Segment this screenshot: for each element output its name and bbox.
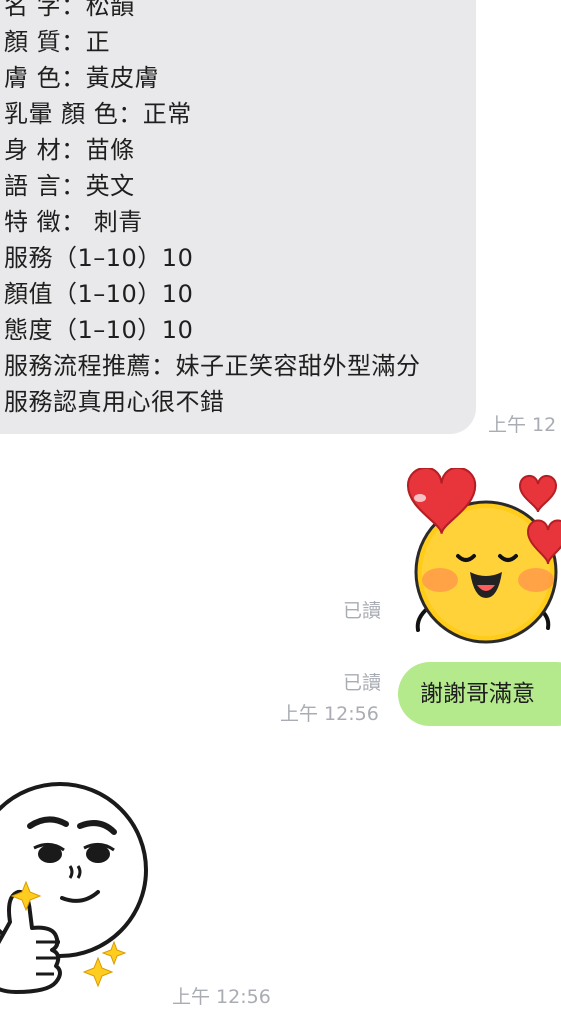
outgoing-message-bubble[interactable]: 謝謝哥滿意 [398, 662, 561, 726]
read-receipt: 已讀 [343, 600, 382, 622]
message-line: 名 字：松韻 [4, 0, 135, 20]
heart-eyes-face-sticker-icon[interactable] [398, 466, 561, 648]
message-line: 顏值（1–10）10 [4, 280, 194, 308]
message-line: 特 徵： 刺青 [4, 208, 143, 236]
outgoing-message-text: 謝謝哥滿意 [420, 681, 535, 707]
incoming-message-text: 名 字：松韻 顏 質：正 膚 色：黃皮膚 乳暈 顏 色：正常 身 材：苗條 語 … [4, 0, 421, 420]
chat-transcript: 名 字：松韻 顏 質：正 膚 色：黃皮膚 乳暈 顏 色：正常 身 材：苗條 語 … [0, 0, 561, 1008]
message-line: 顏 質：正 [4, 28, 111, 56]
message-line: 膚 色：黃皮膚 [4, 64, 160, 92]
message-timestamp: 上午 12:56 [280, 703, 379, 725]
message-line: 服務認真用心很不錯 [4, 388, 225, 416]
message-line: 態度（1–10）10 [4, 316, 194, 344]
message-line: 服務流程推薦：妹子正笑容甜外型滿分 [4, 352, 421, 380]
message-line: 身 材：苗條 [4, 136, 135, 164]
message-line: 乳暈 顏 色：正常 [4, 100, 192, 128]
message-line: 服務（1–10）10 [4, 244, 194, 272]
read-receipt: 已讀 [343, 672, 382, 694]
message-line: 語 言：英文 [4, 172, 135, 200]
message-timestamp: 上午 12 [488, 414, 557, 436]
thumbs-up-smug-face-sticker-icon[interactable] [0, 762, 160, 996]
